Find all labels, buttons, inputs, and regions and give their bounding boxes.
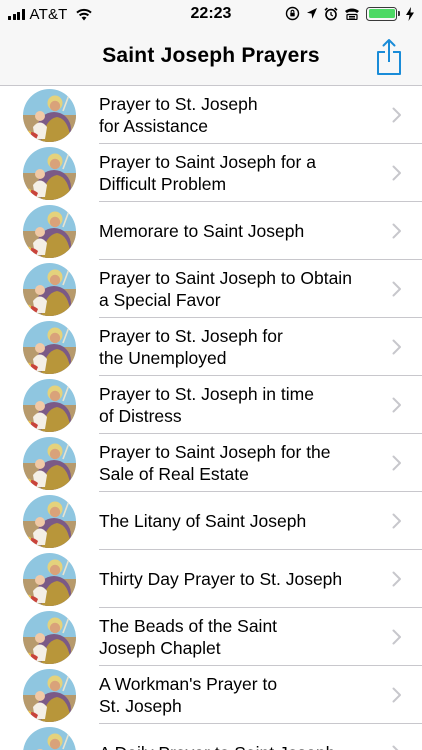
tty-icon bbox=[345, 8, 359, 20]
prayer-list-item[interactable]: The Beads of the Saint Joseph Chaplet bbox=[0, 608, 422, 666]
prayer-title: Prayer to St. Joseph for the Unemployed bbox=[99, 326, 283, 368]
prayer-title: Prayer to Saint Joseph for the Sale of R… bbox=[99, 442, 331, 484]
prayer-title: Prayer to St. Joseph in time of Distress bbox=[99, 384, 314, 426]
prayer-title: Prayer to Saint Joseph to Obtain a Speci… bbox=[99, 268, 352, 310]
saint-joseph-thumbnail bbox=[23, 89, 76, 142]
chevron-right-icon bbox=[392, 629, 401, 645]
saint-joseph-thumbnail bbox=[23, 321, 76, 374]
share-button[interactable] bbox=[374, 38, 404, 76]
chevron-right-icon bbox=[392, 223, 401, 239]
saint-joseph-thumbnail bbox=[23, 611, 76, 664]
prayer-list-item[interactable]: Memorare to Saint Joseph bbox=[0, 202, 422, 260]
saint-joseph-thumbnail bbox=[23, 669, 76, 722]
chevron-right-icon bbox=[392, 745, 399, 750]
chevron-right-icon bbox=[392, 281, 401, 297]
prayer-list-item[interactable]: Prayer to Saint Joseph for a Difficult P… bbox=[0, 144, 422, 202]
navigation-bar: Saint Joseph Prayers bbox=[0, 30, 422, 86]
location-icon bbox=[307, 8, 317, 19]
charging-bolt-icon bbox=[406, 6, 414, 21]
page-title: Saint Joseph Prayers bbox=[102, 44, 320, 67]
status-right bbox=[285, 6, 414, 21]
prayer-list-item[interactable]: Prayer to Saint Joseph to Obtain a Speci… bbox=[0, 260, 422, 318]
prayer-list-item[interactable]: Prayer to St. Joseph in time of Distress bbox=[0, 376, 422, 434]
prayer-list-item[interactable]: A Daily Prayer to Saint Joseph bbox=[0, 724, 422, 750]
chevron-right-icon bbox=[392, 107, 401, 123]
prayer-list-item[interactable]: Prayer to Saint Joseph for the Sale of R… bbox=[0, 434, 422, 492]
saint-joseph-thumbnail bbox=[23, 553, 76, 606]
chevron-right-icon bbox=[392, 455, 401, 471]
chevron-right-icon bbox=[392, 687, 401, 703]
saint-joseph-thumbnail bbox=[23, 727, 76, 750]
prayer-title: Prayer to St. Joseph for Assistance bbox=[99, 94, 258, 136]
prayer-list-item[interactable]: Thirty Day Prayer to St. Joseph bbox=[0, 550, 422, 608]
prayer-list-item[interactable]: The Litany of Saint Joseph bbox=[0, 492, 422, 550]
prayer-title: Memorare to Saint Joseph bbox=[99, 221, 305, 241]
chevron-right-icon bbox=[392, 513, 401, 529]
prayer-title: The Litany of Saint Joseph bbox=[99, 511, 307, 531]
saint-joseph-thumbnail bbox=[23, 205, 76, 258]
chevron-right-icon bbox=[392, 397, 401, 413]
saint-joseph-thumbnail bbox=[23, 379, 76, 432]
saint-joseph-thumbnail bbox=[23, 437, 76, 490]
prayer-list-item[interactable]: A Workman's Prayer to St. Joseph bbox=[0, 666, 422, 724]
prayer-title: The Beads of the Saint Joseph Chaplet bbox=[99, 616, 278, 658]
saint-joseph-thumbnail bbox=[23, 263, 76, 316]
prayer-list-item[interactable]: Prayer to St. Joseph for the Unemployed bbox=[0, 318, 422, 376]
prayer-title: A Daily Prayer to Saint Joseph bbox=[99, 724, 381, 750]
share-icon bbox=[377, 39, 401, 75]
orientation-lock-icon bbox=[285, 6, 300, 21]
alarm-icon bbox=[324, 6, 338, 20]
saint-joseph-thumbnail bbox=[23, 495, 76, 548]
status-bar: AT&T 22:23 bbox=[0, 0, 422, 30]
prayer-title: A Workman's Prayer to St. Joseph bbox=[99, 674, 278, 716]
prayer-title: Prayer to Saint Joseph for a Difficult P… bbox=[99, 152, 316, 194]
chevron-right-icon bbox=[392, 571, 401, 587]
chevron-right-icon bbox=[392, 339, 401, 355]
prayer-list: Prayer to St. Joseph for Assistance Pray… bbox=[0, 86, 422, 750]
chevron-right-icon bbox=[392, 165, 401, 181]
prayer-list-item[interactable]: Prayer to St. Joseph for Assistance bbox=[0, 86, 422, 144]
saint-joseph-thumbnail bbox=[23, 147, 76, 200]
prayer-title: Thirty Day Prayer to St. Joseph bbox=[99, 569, 343, 589]
battery-icon bbox=[366, 6, 400, 21]
